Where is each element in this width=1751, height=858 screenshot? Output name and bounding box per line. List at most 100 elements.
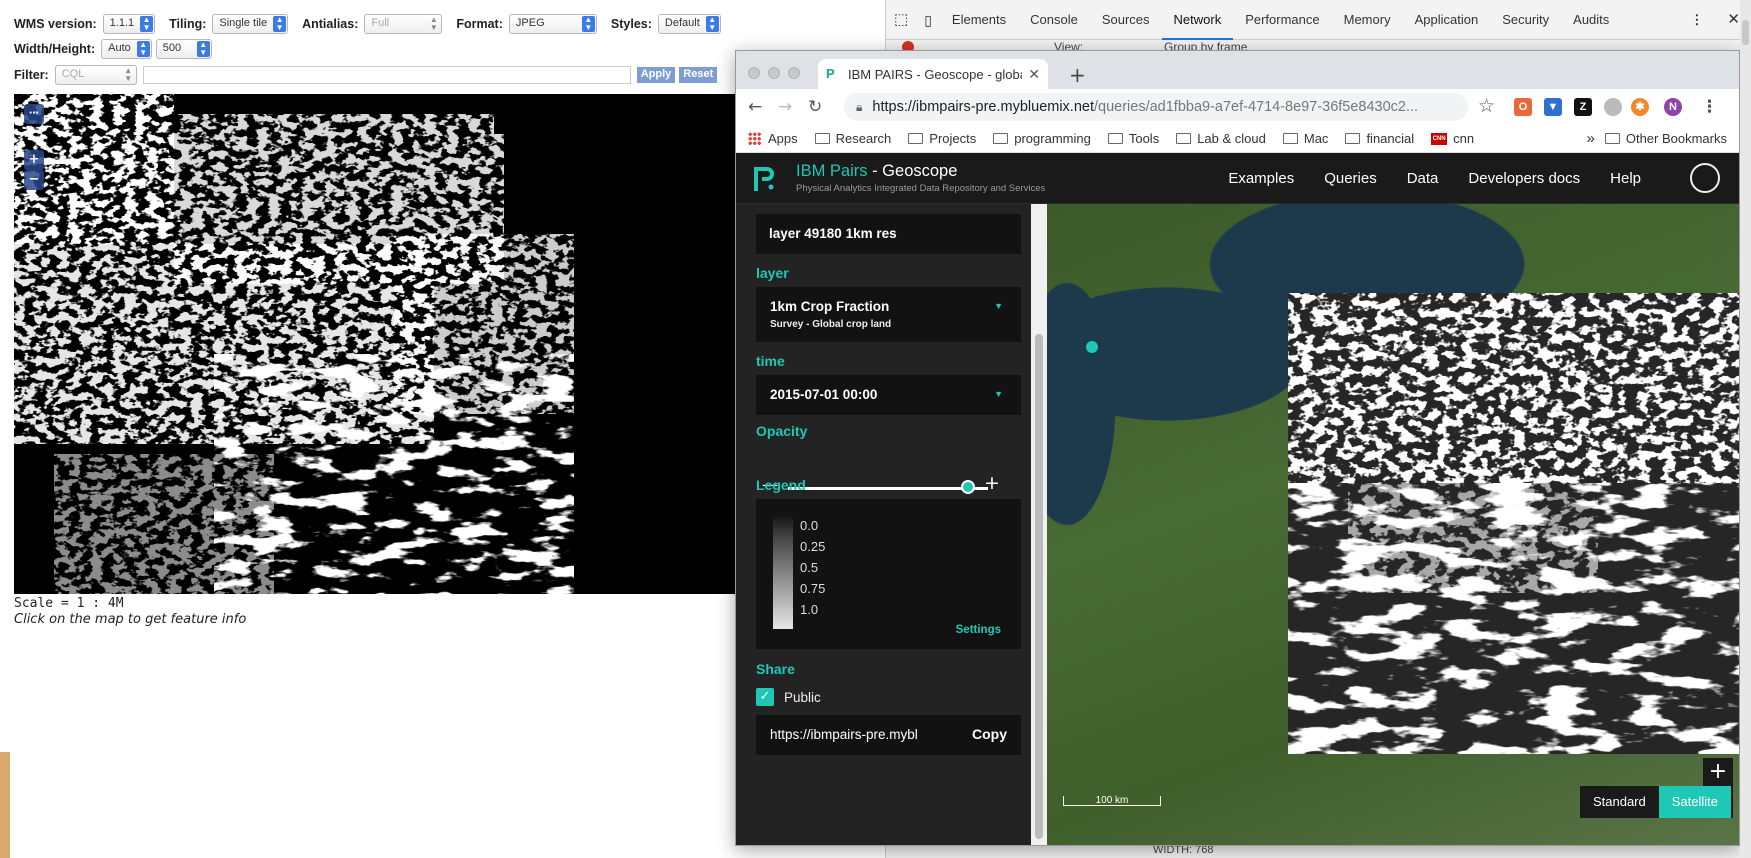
no-data-area [574, 94, 736, 594]
forward-icon[interactable]: → [778, 97, 792, 117]
crop-fraction-map-image[interactable]: ⋯ + − [14, 94, 736, 594]
devtools-tab-sources[interactable]: Sources [1090, 0, 1162, 40]
devtools-right-scrollbar[interactable] [1740, 0, 1751, 858]
bookmark-extension-icon[interactable]: ▼ [1544, 98, 1562, 116]
opacity-slider-handle[interactable] [961, 480, 975, 494]
tiling-select[interactable]: Single tile ▲ ▼ [212, 14, 289, 34]
map-menu-button[interactable]: ⋯ [24, 104, 44, 124]
office-extension-icon[interactable]: O [1514, 98, 1532, 116]
time-select[interactable]: 2015-07-01 00:00 ▼ [756, 375, 1021, 415]
devtools-tab-console[interactable]: Console [1018, 0, 1090, 40]
user-account-icon[interactable] [1690, 163, 1720, 193]
back-icon[interactable]: ← [748, 97, 762, 117]
opacity-increase-icon[interactable]: + [984, 472, 1000, 494]
crop-texture [14, 94, 736, 594]
bookmark-research[interactable]: Research [814, 131, 891, 146]
panel-scrollbar[interactable] [1031, 204, 1047, 845]
browser-tab[interactable]: P IBM PAIRS - Geoscope - global ✕ [818, 59, 1048, 89]
layer-select[interactable]: 1km Crop Fraction Survey - Global crop l… [756, 287, 1021, 342]
nav-examples[interactable]: Examples [1228, 170, 1294, 187]
nav-queries[interactable]: Queries [1324, 170, 1377, 187]
chrome-menu-icon[interactable]: ⋮ [1701, 97, 1718, 117]
share-url-value: https://ibmpairs-pre.mybl [770, 727, 918, 742]
basemap-satellite-button[interactable]: Satellite [1658, 786, 1731, 818]
layer-name-field[interactable]: layer 49180 1km res [756, 214, 1021, 254]
share-url-field[interactable]: https://ibmpairs-pre.mybl Copy [756, 715, 1021, 755]
nav-data[interactable]: Data [1407, 170, 1439, 187]
bookmark-label: Tools [1128, 131, 1160, 146]
bookmark-mac[interactable]: Mac [1282, 131, 1328, 146]
other-bookmarks[interactable]: Other Bookmarks [1604, 131, 1727, 146]
reset-button[interactable]: Reset [679, 67, 718, 83]
app-brand[interactable]: IBM Pairs - Geoscope [796, 162, 957, 181]
layer-section-title: layer [756, 265, 789, 281]
devtools-tab-security[interactable]: Security [1490, 0, 1561, 40]
bookmark-apps[interactable]: Apps [748, 131, 798, 146]
legend-settings-link[interactable]: Settings [956, 624, 1001, 636]
nav-help[interactable]: Help [1610, 170, 1641, 187]
url-host: https://ibmpairs-pre.mybluemix.net [872, 99, 1094, 115]
filter-input[interactable] [142, 66, 631, 84]
window-close-light[interactable] [748, 67, 760, 79]
devtools-menu-icon[interactable]: ⋮ [1678, 0, 1715, 40]
new-tab-icon[interactable]: + [1069, 63, 1086, 87]
width-select[interactable]: Auto ▲ ▼ [101, 39, 152, 59]
map-zoom-in-button[interactable]: + [24, 150, 44, 170]
map-zoom-in-button[interactable]: + [1703, 758, 1733, 788]
apps-grid-icon [748, 132, 761, 145]
devtools-tab-bar: ⬚ ▯ Elements Console Sources Network Per… [886, 0, 1751, 40]
pairs-logo-icon[interactable] [754, 165, 776, 193]
styles-select[interactable]: Default ▲ ▼ [657, 14, 721, 34]
tab-close-icon[interactable]: ✕ [1028, 66, 1040, 83]
main-nav: Examples Queries Data Developers docs He… [1198, 153, 1641, 204]
location-marker[interactable] [1086, 341, 1098, 353]
window-zoom-light[interactable] [788, 67, 800, 79]
bookmark-projects[interactable]: Projects [908, 131, 976, 146]
nav-developers-docs[interactable]: Developers docs [1468, 170, 1580, 187]
inspect-icon[interactable]: ⬚ [886, 0, 916, 40]
wms-version-select[interactable]: 1.1.1 ▲ ▼ [102, 14, 156, 34]
devtools-tab-performance[interactable]: Performance [1233, 0, 1331, 40]
apply-button[interactable]: Apply [636, 67, 676, 83]
copy-button[interactable]: Copy [972, 726, 1007, 742]
reload-icon[interactable]: ↻ [808, 97, 822, 117]
public-checkbox[interactable]: ✓ [756, 688, 774, 706]
satellite-map[interactable]: + − 100 km Standard Satellite [1047, 204, 1739, 845]
zotero-extension-icon[interactable]: Z [1574, 98, 1592, 116]
filter-type-select[interactable]: CQL ▲ ▼ [54, 65, 137, 85]
circle-extension-icon[interactable] [1604, 98, 1622, 116]
bookmark-star-icon[interactable]: ☆ [1478, 95, 1495, 117]
folder-icon [908, 133, 924, 144]
devtools-tab-audits[interactable]: Audits [1561, 0, 1621, 40]
format-label: Format: [456, 17, 503, 31]
window-minimize-light[interactable] [768, 67, 780, 79]
gear-extension-icon[interactable]: ✱ [1631, 98, 1649, 116]
bookmarks-overflow-button[interactable]: » [1587, 130, 1595, 147]
bookmark-financial[interactable]: financial [1345, 131, 1414, 146]
width-height-label: Width/Height: [14, 42, 96, 56]
bookmark-label: Lab & cloud [1197, 131, 1266, 146]
map-zoom-out-button[interactable]: − [24, 170, 44, 190]
devtools-tab-memory[interactable]: Memory [1332, 0, 1403, 40]
devtools-tab-elements[interactable]: Elements [940, 0, 1018, 40]
devtools-tab-application[interactable]: Application [1403, 0, 1491, 40]
height-select[interactable]: 500 ▲ ▼ [155, 39, 212, 59]
antialias-select[interactable]: Full ▲ ▼ [364, 14, 443, 34]
address-bar[interactable]: 🔒︎ https://ibmpairs-pre.mybluemix.net/qu… [844, 93, 1468, 121]
legend-gradient [773, 514, 793, 629]
basemap-standard-button[interactable]: Standard [1579, 786, 1659, 818]
format-select[interactable]: JPEG ▲ ▼ [508, 14, 597, 34]
bookmark-tools[interactable]: Tools [1107, 131, 1160, 146]
scroll-thumb[interactable] [1742, 20, 1749, 45]
layer-name-value: layer 49180 1km res [769, 226, 897, 241]
profile-avatar[interactable]: N [1664, 98, 1682, 116]
bookmark-programming[interactable]: programming [993, 131, 1091, 146]
tiling-label: Tiling: [169, 17, 207, 31]
device-toolbar-icon[interactable]: ▯ [916, 0, 940, 40]
panel-scrollbar-thumb[interactable] [1035, 334, 1043, 839]
bookmark-lab-cloud[interactable]: Lab & cloud [1176, 131, 1266, 146]
bookmark-cnn[interactable]: CNN cnn [1431, 131, 1474, 146]
devtools-tab-network[interactable]: Network [1161, 0, 1234, 40]
opacity-slider-track[interactable] [788, 487, 988, 490]
select-arrows-icon: ▲ ▼ [140, 16, 154, 32]
